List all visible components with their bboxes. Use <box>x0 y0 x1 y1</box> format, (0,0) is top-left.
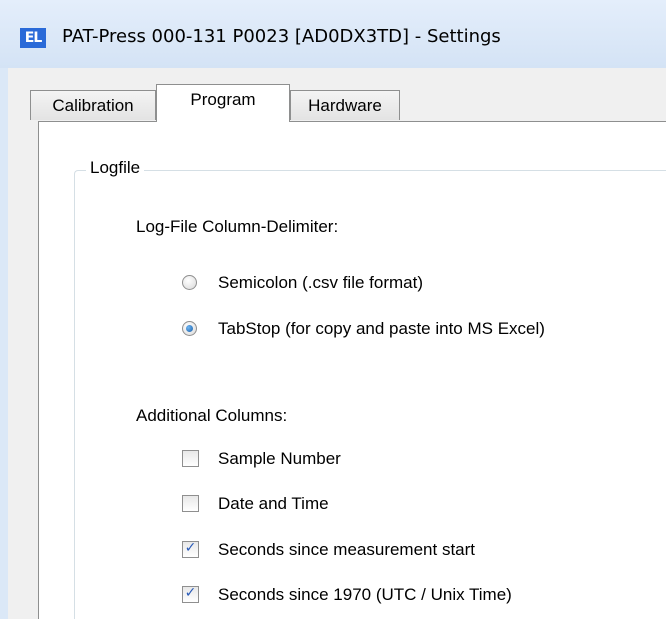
radio-semicolon-label[interactable]: Semicolon (.csv file format) <box>218 272 423 294</box>
additional-columns-heading: Additional Columns: <box>136 406 288 425</box>
settings-window: EL PAT-Press 000-131 P0023 [AD0DX3TD] - … <box>0 0 666 619</box>
checkbox-checked[interactable]: ✓ <box>182 540 199 558</box>
checkbox-seconds-since-start-label[interactable]: Seconds since measurement start <box>218 539 475 561</box>
tab-calibration[interactable]: Calibration <box>30 90 156 120</box>
radio-button-unchecked[interactable] <box>182 275 197 290</box>
checkbox-unchecked[interactable] <box>182 495 199 512</box>
checkmark-icon: ✓ <box>184 585 197 601</box>
window-title: PAT-Press 000-131 P0023 [AD0DX3TD] - Set… <box>62 26 501 47</box>
app-logo-icon: EL <box>20 28 46 48</box>
checkbox-date-time-label[interactable]: Date and Time <box>218 493 329 515</box>
radio-button-checked[interactable] <box>182 321 197 336</box>
radio-tabstop-label[interactable]: TabStop (for copy and paste into MS Exce… <box>218 318 545 340</box>
delimiter-heading: Log-File Column-Delimiter: <box>136 217 339 236</box>
checkbox-checked[interactable]: ✓ <box>182 585 199 603</box>
checkbox-sample-number-label[interactable]: Sample Number <box>218 448 341 470</box>
title-bar[interactable]: EL PAT-Press 000-131 P0023 [AD0DX3TD] - … <box>0 0 666 68</box>
tab-hardware[interactable]: Hardware <box>290 90 400 120</box>
checkbox-seconds-since-1970-label[interactable]: Seconds since 1970 (UTC / Unix Time) <box>218 584 512 606</box>
logfile-group-title: Logfile <box>86 158 145 178</box>
checkmark-icon: ✓ <box>184 540 197 556</box>
tab-program[interactable]: Program <box>156 84 290 122</box>
checkbox-unchecked[interactable] <box>182 450 199 467</box>
